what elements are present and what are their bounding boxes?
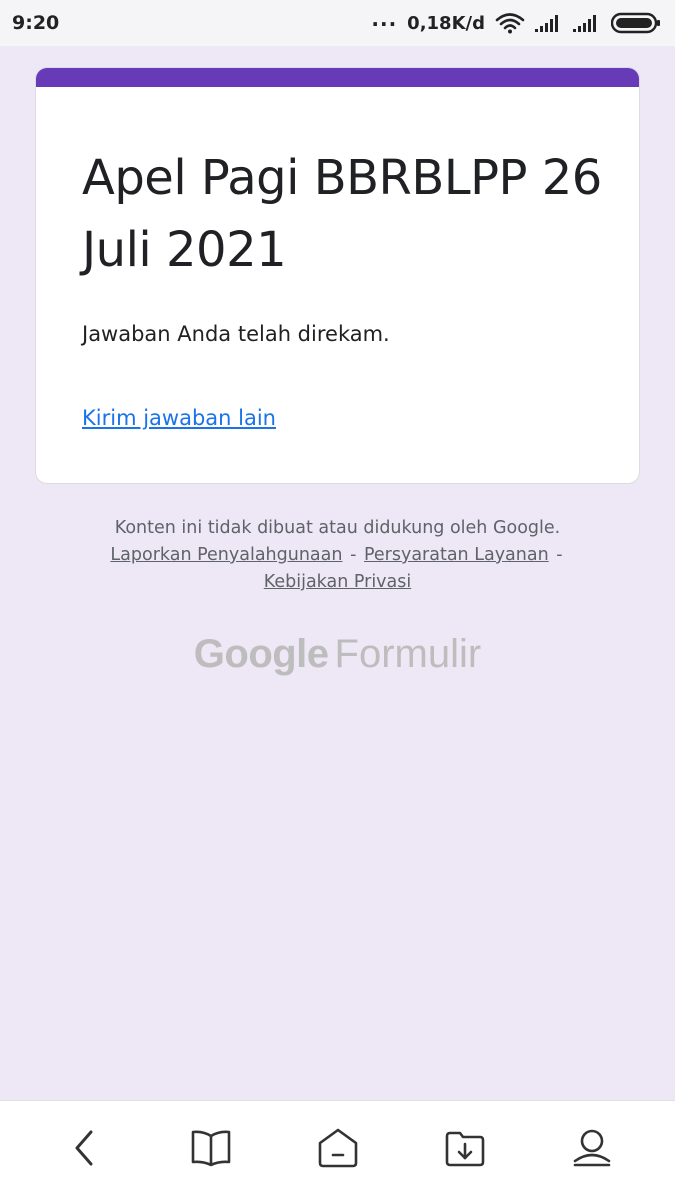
footer: Konten ini tidak dibuat atau didukung ol… [0,515,675,596]
wifi-icon [495,12,525,34]
terms-link[interactable]: Persyaratan Layanan [364,545,549,565]
brand-product: Formulir [334,632,482,676]
privacy-link[interactable]: Kebijakan Privasi [264,572,412,592]
status-dots: ... [371,7,398,31]
report-abuse-link[interactable]: Laporkan Penyalahgunaan [110,545,342,565]
footer-separator: - [556,545,563,565]
downloads-icon [443,1128,487,1173]
google-forms-logo[interactable]: Google Formulir [0,632,675,677]
profile-button[interactable] [562,1121,622,1181]
brand-google: Google [193,632,329,676]
confirmation-message: Jawaban Anda telah direkam. [82,322,390,346]
signal-icon [535,13,563,33]
status-time: 9:20 [12,12,60,34]
form-card: Apel Pagi BBRBLPP 26 Juli 2021 Jawaban A… [35,67,640,484]
submit-another-response-link[interactable]: Kirim jawaban lain [82,406,276,430]
home-button[interactable] [308,1121,368,1181]
profile-icon [570,1127,614,1174]
bottom-nav [0,1100,675,1200]
status-bar: 9:20 ... 0,18K/d [0,0,675,46]
bookmarks-icon [189,1128,233,1173]
form-title: Apel Pagi BBRBLPP 26 Juli 2021 [82,150,602,278]
back-button[interactable] [54,1121,114,1181]
footer-disclaimer: Konten ini tidak dibuat atau didukung ol… [114,518,561,538]
status-right: ... 0,18K/d [371,7,661,34]
bookmarks-button[interactable] [181,1121,241,1181]
signal-icon [573,13,601,33]
footer-separator: - [350,545,357,565]
footer-links-row-2: Kebijakan Privasi [0,569,675,596]
network-speed: 0,18K/d [407,12,485,34]
back-icon [69,1128,99,1173]
card-accent-bar [36,68,639,87]
battery-icon [611,12,661,34]
downloads-button[interactable] [435,1121,495,1181]
footer-links-row-1: Laporkan Penyalahgunaan - Persyaratan La… [0,542,675,569]
home-icon [316,1127,360,1174]
